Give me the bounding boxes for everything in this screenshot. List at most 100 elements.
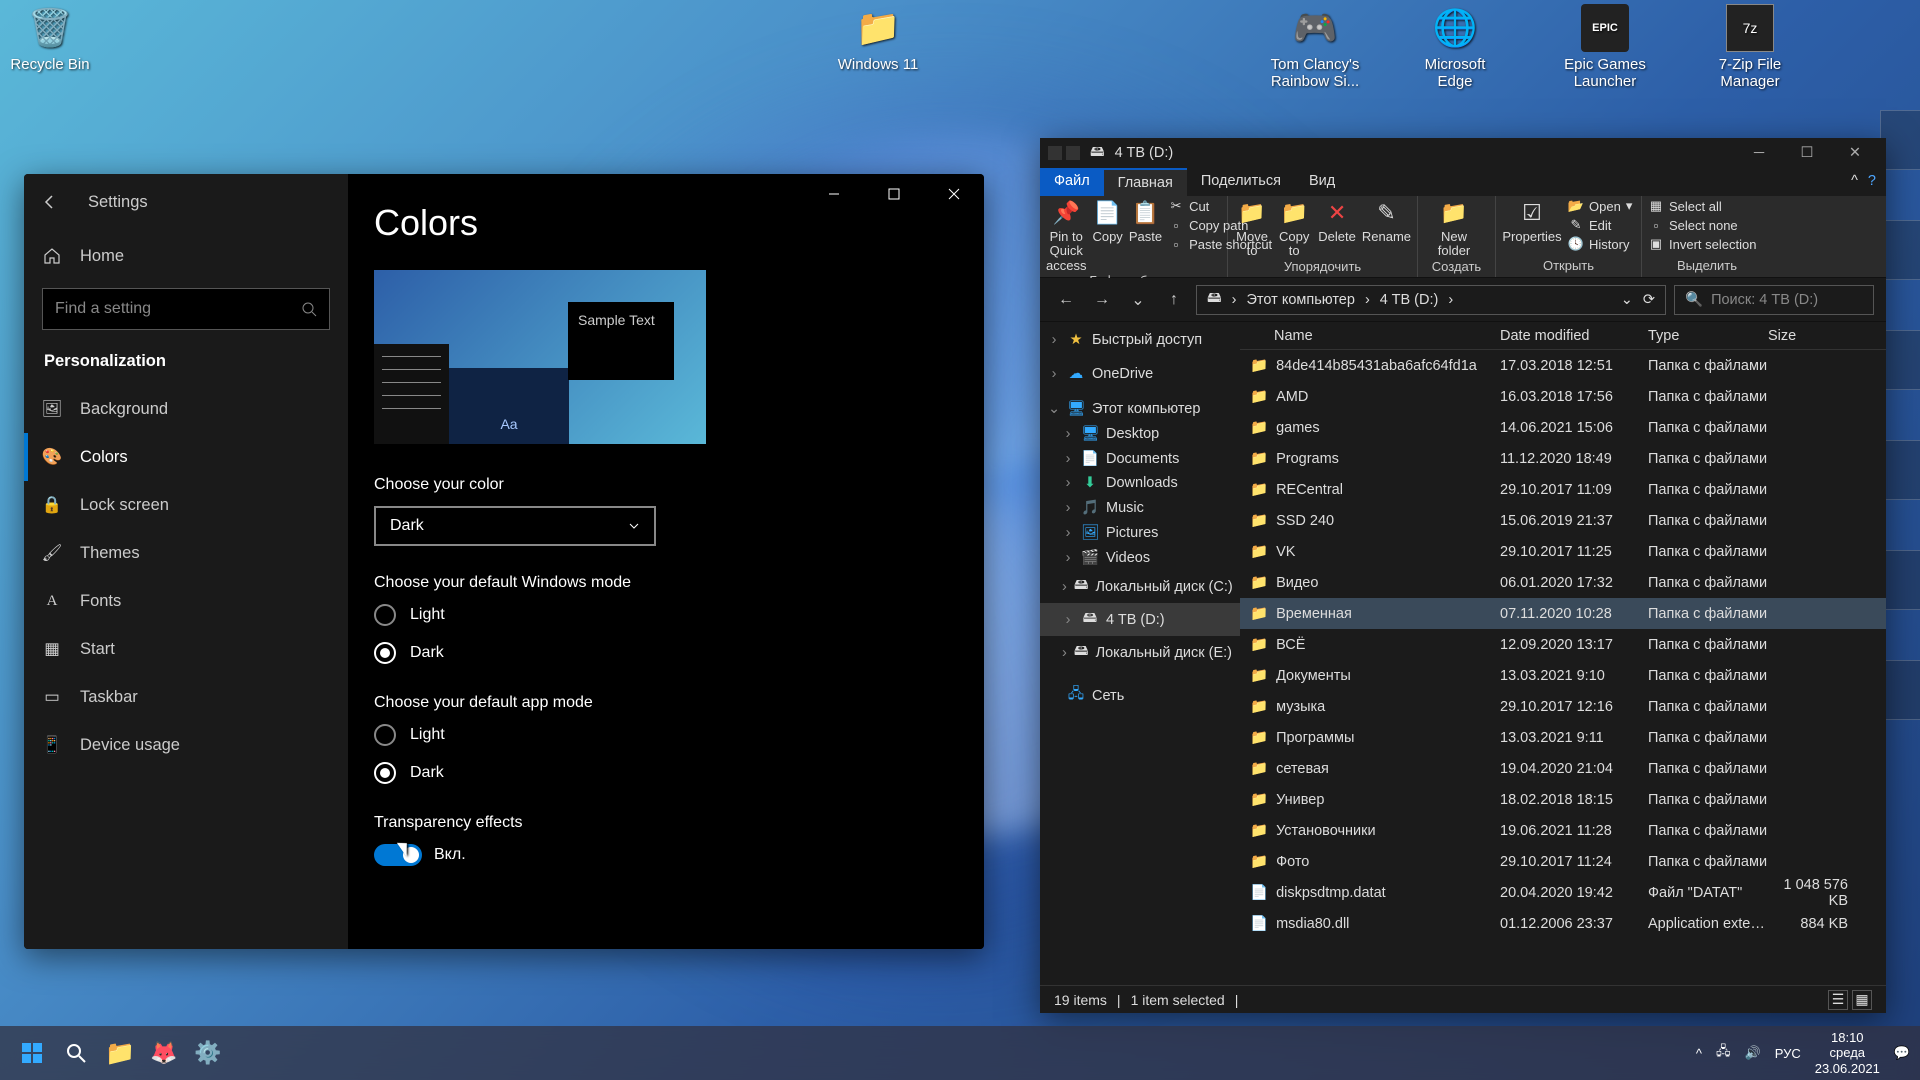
start-button[interactable] [10,1031,54,1075]
tree-local-c[interactable]: ›🖴Локальный диск (C:) [1040,570,1240,603]
minimize-button[interactable]: ─ [1736,139,1782,167]
home-button[interactable]: Home [24,232,348,280]
clock[interactable]: 18:10 среда 23.06.2021 [1815,1030,1880,1077]
nav-themes[interactable]: 🖌Themes [24,529,348,577]
nav-taskbar[interactable]: ▭Taskbar [24,673,348,721]
nav-start[interactable]: ▦Start [24,625,348,673]
system-menu-icon[interactable] [1048,146,1062,160]
tree-downloads[interactable]: ›⬇Downloads [1040,471,1240,495]
nav-forward-button[interactable]: → [1088,286,1116,314]
tree-pictures[interactable]: ›🖼Pictures [1040,520,1240,545]
minimize-button[interactable] [804,174,864,214]
file-row[interactable]: 📄diskpsdtmp.datat20.04.2020 19:42Файл "D… [1240,877,1886,908]
firefox-button[interactable]: 🦊 [142,1031,186,1075]
maximize-button[interactable] [864,174,924,214]
tree-quick-access[interactable]: ›★Быстрый доступ [1040,328,1240,352]
explorer-titlebar[interactable]: 🖴 4 TB (D:) ─ ☐ ✕ [1040,138,1886,168]
partial-desktop-icon[interactable] [1880,660,1920,720]
file-row[interactable]: 📁Фото29.10.2017 11:24Папка с файлами [1240,846,1886,877]
rename-button[interactable]: ✎Rename [1362,198,1411,244]
nav-lock-screen[interactable]: 🔒Lock screen [24,481,348,529]
copy-button[interactable]: 📄Copy [1092,198,1122,244]
partial-desktop-icon[interactable] [1880,220,1920,280]
search-box[interactable]: 🔍 Поиск: 4 TB (D:) [1674,285,1874,315]
transparency-toggle[interactable] [374,844,422,866]
tab-home[interactable]: Главная [1104,168,1187,196]
tab-file[interactable]: Файл [1040,168,1104,196]
address-bar[interactable]: 🖴 ›Этот компьютер ›4 TB (D:) › ⌄ ⟳ [1196,285,1666,315]
file-explorer-button[interactable]: 📁 [98,1031,142,1075]
edit-button[interactable]: ✎Edit [1568,217,1632,233]
file-row[interactable]: 📁музыка29.10.2017 12:16Папка с файлами [1240,691,1886,722]
nav-background[interactable]: 🖼Background [24,385,348,433]
file-row[interactable]: 📁RECentral29.10.2017 11:09Папка с файлам… [1240,474,1886,505]
notification-icon[interactable]: 💬 [1894,1045,1910,1061]
file-row[interactable]: 📁Установочники19.06.2021 11:28Папка с фа… [1240,815,1886,846]
search-input[interactable]: Find a setting [42,288,330,330]
language-indicator[interactable]: РУС [1775,1046,1801,1061]
file-row[interactable]: 📄msdia80.dll01.12.2006 23:37Application … [1240,908,1886,939]
file-row[interactable]: 📁games14.06.2021 15:06Папка с файлами [1240,412,1886,443]
select-none-button[interactable]: ▫Select none [1648,217,1756,233]
nav-up-button[interactable]: ↑ [1160,286,1188,314]
partial-desktop-icon[interactable] [1880,110,1920,170]
icons-view-button[interactable]: ▦ [1852,990,1872,1010]
tree-network[interactable]: 🖧Сеть [1040,679,1240,712]
move-to-button[interactable]: 📁Move to [1234,198,1270,259]
file-row[interactable]: 📁Временная07.11.2020 10:28Папка с файлам… [1240,598,1886,629]
file-row[interactable]: 📁Документы13.03.2021 9:10Папка с файлами [1240,660,1886,691]
collapse-ribbon-icon[interactable]: ^ [1851,173,1858,191]
windows-mode-light[interactable]: Light [374,604,958,626]
invert-selection-button[interactable]: ▣Invert selection [1648,236,1756,252]
app-mode-light[interactable]: Light [374,724,958,746]
desktop-icon-recycle-bin[interactable]: 🗑️Recycle Bin [0,4,100,73]
tab-share[interactable]: Поделиться [1187,168,1295,196]
desktop-icon-rainbow[interactable]: 🎮Tom Clancy's Rainbow Si... [1265,4,1365,90]
column-headers[interactable]: Name Date modified Type Size [1240,322,1886,350]
tab-view[interactable]: Вид [1295,168,1349,196]
delete-button[interactable]: ✕Delete [1318,198,1356,244]
refresh-button[interactable]: ⟳ [1643,292,1655,308]
desktop-icon-folder[interactable]: 📁Windows 11 [828,4,928,73]
open-button[interactable]: 📂Open ▾ [1568,198,1632,214]
tree-videos[interactable]: ›🎬Videos [1040,545,1240,570]
nav-device-usage[interactable]: 📱Device usage [24,721,348,769]
dropdown-icon[interactable]: ⌄ [1621,292,1633,308]
file-row[interactable]: 📁сетевая19.04.2020 21:04Папка с файлами [1240,753,1886,784]
nav-back-button[interactable]: ← [1052,286,1080,314]
windows-mode-dark[interactable]: Dark [374,642,958,664]
nav-fonts[interactable]: AFonts [24,577,348,625]
desktop-icon-edge[interactable]: 🌐Microsoft Edge [1405,4,1505,90]
file-row[interactable]: 📁84de414b85431aba6afc64fd1a17.03.2018 12… [1240,350,1886,381]
file-row[interactable]: 📁SSD 24015.06.2019 21:37Папка с файлами [1240,505,1886,536]
volume-icon[interactable]: 🔊 [1745,1045,1761,1061]
app-mode-dark[interactable]: Dark [374,762,958,784]
partial-desktop-icon[interactable] [1880,550,1920,610]
network-icon[interactable]: 🖧 [1716,1042,1731,1064]
file-row[interactable]: 📁Programs11.12.2020 18:49Папка с файлами [1240,443,1886,474]
help-icon[interactable]: ? [1868,173,1876,191]
file-row[interactable]: 📁ВСЁ12.09.2020 13:17Папка с файлами [1240,629,1886,660]
desktop-icon-epic[interactable]: EPICEpic Games Launcher [1555,4,1655,90]
file-row[interactable]: 📁AMD16.03.2018 17:56Папка с файлами [1240,381,1886,412]
search-button[interactable] [54,1031,98,1075]
close-button[interactable]: ✕ [1832,139,1878,167]
details-view-button[interactable]: ☰ [1828,990,1848,1010]
paste-button[interactable]: 📋Paste [1129,198,1162,244]
file-row[interactable]: 📁Видео06.01.2020 17:32Папка с файлами [1240,567,1886,598]
close-button[interactable] [924,174,984,214]
tree-drive-d[interactable]: ›🖴4 TB (D:) [1040,603,1240,636]
tree-desktop[interactable]: ›🖥Desktop [1040,421,1240,446]
maximize-button[interactable]: ☐ [1784,139,1830,167]
tree-onedrive[interactable]: ›☁OneDrive [1040,362,1240,386]
color-dropdown[interactable]: Dark [374,506,656,546]
new-folder-button[interactable]: 📁New folder [1424,198,1484,259]
desktop-icon-7zip[interactable]: 7z7-Zip File Manager [1700,4,1800,90]
pin-quick-access-button[interactable]: 📌Pin to Quick access [1046,198,1086,273]
select-all-button[interactable]: ▦Select all [1648,198,1756,214]
nav-recent-button[interactable]: ⌄ [1124,286,1152,314]
tree-this-pc[interactable]: ⌄🖥Этот компьютер [1040,396,1240,421]
tree-local-e[interactable]: ›🖴Локальный диск (E:) [1040,636,1240,669]
file-row[interactable]: 📁Программы13.03.2021 9:11Папка с файлами [1240,722,1886,753]
back-button[interactable] [40,192,60,212]
